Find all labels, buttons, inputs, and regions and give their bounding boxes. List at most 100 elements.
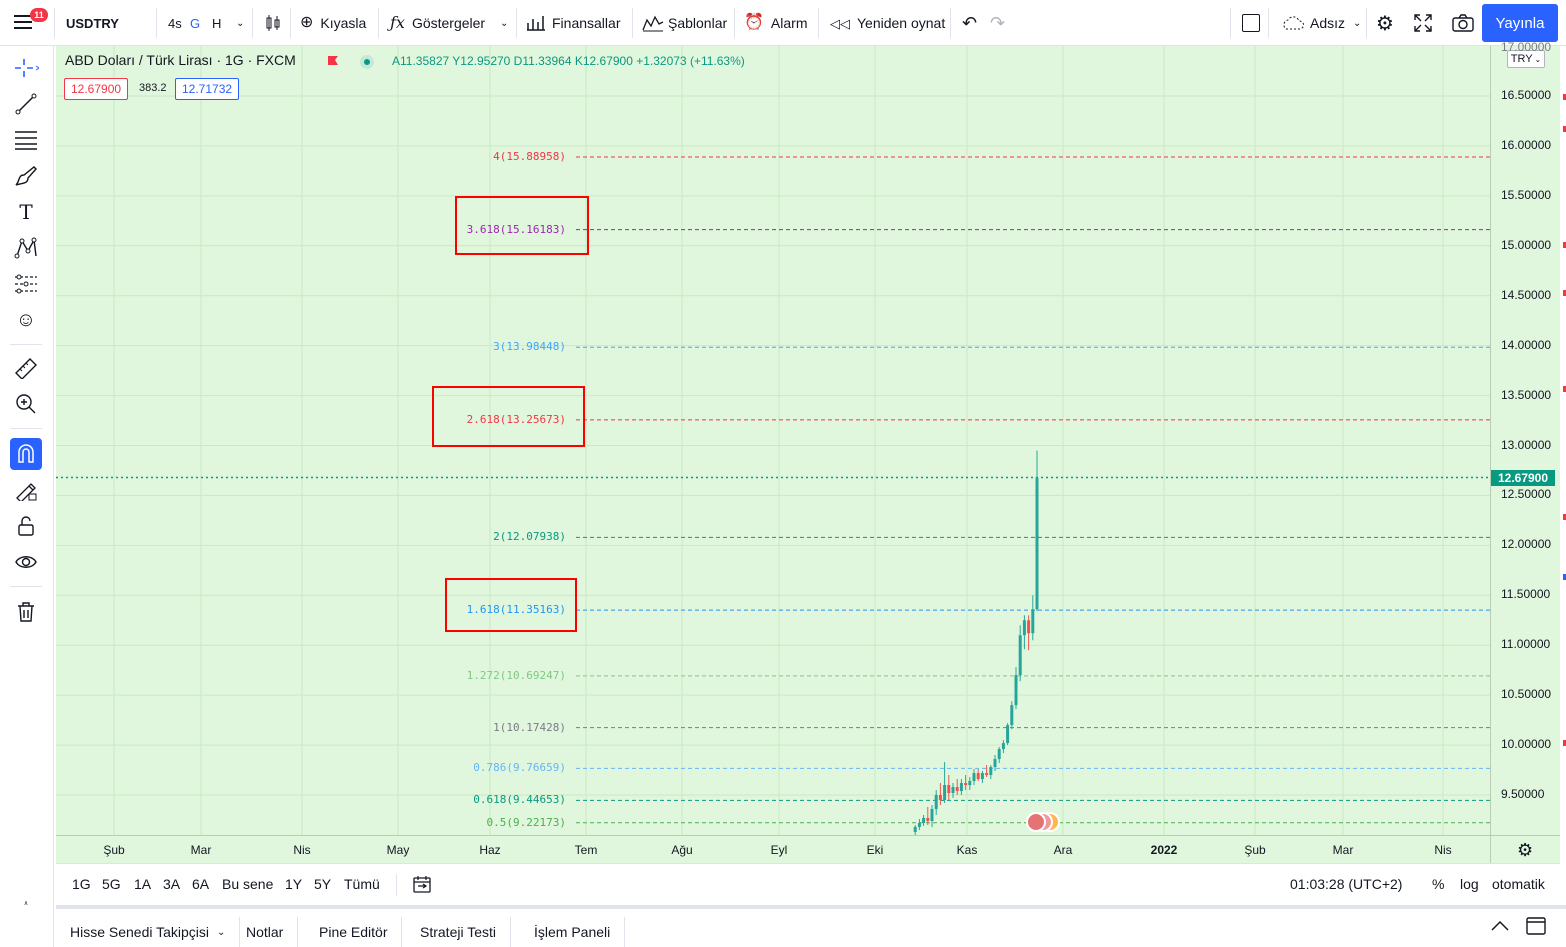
time-tick-label: Mar xyxy=(190,843,212,857)
range-button[interactable]: 6A xyxy=(192,876,209,892)
fib-level-label: 2(12.07938) xyxy=(493,530,566,544)
tab-notes[interactable]: Notlar xyxy=(232,917,299,947)
price-tick-label: 11.50000 xyxy=(1501,587,1551,602)
chart-canvas xyxy=(56,46,1490,835)
alert-button[interactable]: ⏰ Alarm xyxy=(736,6,815,40)
range-button[interactable]: 1A xyxy=(134,876,151,892)
tab-trading-panel[interactable]: İşlem Paneli xyxy=(520,917,626,947)
eye-icon[interactable] xyxy=(10,546,42,578)
text-tool-icon[interactable]: T xyxy=(10,196,42,228)
calendar-range-icon[interactable] xyxy=(412,874,432,899)
price-tick-label: 13.00000 xyxy=(1501,437,1552,452)
divider xyxy=(1268,8,1269,38)
financials-button[interactable]: Finansallar xyxy=(518,6,628,40)
range-button[interactable]: Tümü xyxy=(344,876,380,892)
symbol-legend-title[interactable]: ABD Doları / Türk Lirası · 1G · FXCM xyxy=(65,52,296,68)
tab-pine-editor[interactable]: Pine Editör xyxy=(305,917,403,947)
interval-h[interactable]: H xyxy=(204,6,229,40)
divider xyxy=(290,8,291,38)
time-tick-label: Tem xyxy=(574,843,598,857)
settings-gear-icon[interactable]: ⚙ xyxy=(1517,840,1533,861)
price-tick-label: 13.50000 xyxy=(1501,387,1552,402)
fib-level-label: 0.786(9.76659) xyxy=(473,761,566,775)
publish-button[interactable]: Yayınla xyxy=(1482,4,1558,42)
candle-body xyxy=(947,785,951,794)
trend-line-icon[interactable] xyxy=(10,88,42,120)
tab-stock-screener[interactable]: Hisse Senedi Takipçisi ⌄ xyxy=(56,917,241,947)
indicators-label: Göstergeler xyxy=(411,15,486,31)
replay-button[interactable]: ◁◁ Yeniden oynat xyxy=(822,6,953,40)
crosshair-icon[interactable] xyxy=(10,52,42,84)
chevron-down-icon[interactable]: ⌄ xyxy=(228,6,252,40)
zoom-in-icon[interactable] xyxy=(10,388,42,420)
right-panel-strip xyxy=(1560,46,1566,863)
range-button[interactable]: 1G xyxy=(72,876,91,892)
candle-body xyxy=(959,783,963,792)
divider xyxy=(10,586,42,587)
divider xyxy=(818,8,819,38)
sell-price-box[interactable]: 12.67900 xyxy=(64,78,129,100)
brush-icon[interactable] xyxy=(10,160,42,192)
layout-button[interactable]: Adsız ⌄ xyxy=(1272,6,1369,40)
symbol-search-button[interactable]: USDTRY xyxy=(58,6,154,40)
magnet-icon[interactable] xyxy=(10,438,42,470)
chart-pane[interactable] xyxy=(56,46,1490,835)
percent-toggle[interactable]: % xyxy=(1432,876,1444,892)
function-icon: ƒx xyxy=(390,13,405,32)
candle-body xyxy=(968,781,972,786)
chevron-up-icon[interactable] xyxy=(1490,919,1510,938)
compare-button[interactable]: ⊕ Kıyasla xyxy=(292,6,374,40)
maximize-panel-icon[interactable] xyxy=(1526,917,1546,940)
price-scale[interactable]: TRY ⌄ 17.00000 16.50000 16.00000 15.50000 15… xyxy=(1490,40,1560,835)
top-toolbar: 11 USDTRY 4s G H ⌄ ⊕ Kıyasla ƒx Göstergele… xyxy=(0,0,1566,46)
settings-gear-icon[interactable]: ⚙ xyxy=(1368,6,1402,40)
candle-body xyxy=(1031,609,1035,634)
undo-icon[interactable]: ↶ xyxy=(954,6,985,40)
range-button[interactable]: 5G xyxy=(102,876,121,892)
flag-icon[interactable] xyxy=(327,54,338,66)
market-status-icon[interactable] xyxy=(360,55,374,69)
fib-level-label: 0.618(9.44653) xyxy=(473,793,566,807)
range-button[interactable]: 5Y xyxy=(314,876,331,892)
pattern-icon[interactable] xyxy=(10,232,42,264)
chevron-down-icon[interactable]: ⌄ xyxy=(492,6,516,40)
ruler-icon[interactable] xyxy=(10,352,42,384)
templates-label: Şablonlar xyxy=(668,15,728,31)
log-toggle[interactable]: log xyxy=(1460,876,1479,892)
templates-icon xyxy=(642,15,664,32)
range-button[interactable]: 1Y xyxy=(285,876,302,892)
price-tick-label: 10.50000 xyxy=(1501,687,1552,702)
lock-drawing-icon[interactable] xyxy=(10,474,42,506)
range-button[interactable]: Bu sene xyxy=(222,876,273,892)
divider xyxy=(632,8,633,38)
currency-label: TRY xyxy=(1510,53,1533,65)
indicators-button[interactable]: ƒx Göstergeler xyxy=(382,6,493,40)
time-scale[interactable]: Şub Mar Nis May Haz Tem Ağu Eyl Eki Kas Ara 2022 Şub… xyxy=(56,835,1490,863)
templates-button[interactable]: Şablonlar xyxy=(634,6,735,40)
price-tick-label: 16.50000 xyxy=(1501,88,1552,102)
lock-icon[interactable] xyxy=(10,510,42,542)
fib-levels-icon[interactable] xyxy=(10,124,42,156)
drawing-toolbar: T ☺ ☆ xyxy=(0,46,54,920)
tab-strategy-tester[interactable]: Strateji Testi xyxy=(406,917,511,947)
buy-price-box[interactable]: 12.71732 xyxy=(175,78,240,100)
economic-events-icon[interactable] xyxy=(1026,812,1066,834)
select-box-icon[interactable] xyxy=(1234,6,1268,40)
tab-label: İşlem Paneli xyxy=(534,924,611,940)
candle-body xyxy=(934,795,938,809)
time-tick-label: Şub xyxy=(103,843,125,857)
camera-icon[interactable] xyxy=(1444,6,1482,40)
auto-toggle[interactable]: otomatik xyxy=(1492,876,1545,892)
prediction-icon[interactable] xyxy=(10,268,42,300)
emoji-icon[interactable]: ☺ xyxy=(10,304,42,336)
redo-icon[interactable]: ↷ xyxy=(982,6,1013,40)
divider xyxy=(1366,8,1367,38)
clock-timezone[interactable]: 01:03:28 (UTC+2) xyxy=(1290,876,1402,892)
price-tick-label: 14.00000 xyxy=(1501,337,1552,352)
range-button[interactable]: 3A xyxy=(163,876,180,892)
candle-body xyxy=(930,808,934,821)
candle-body xyxy=(997,749,1001,760)
fullscreen-icon[interactable] xyxy=(1406,6,1440,40)
chart-type-button[interactable] xyxy=(256,6,290,40)
trash-icon[interactable] xyxy=(10,596,42,628)
